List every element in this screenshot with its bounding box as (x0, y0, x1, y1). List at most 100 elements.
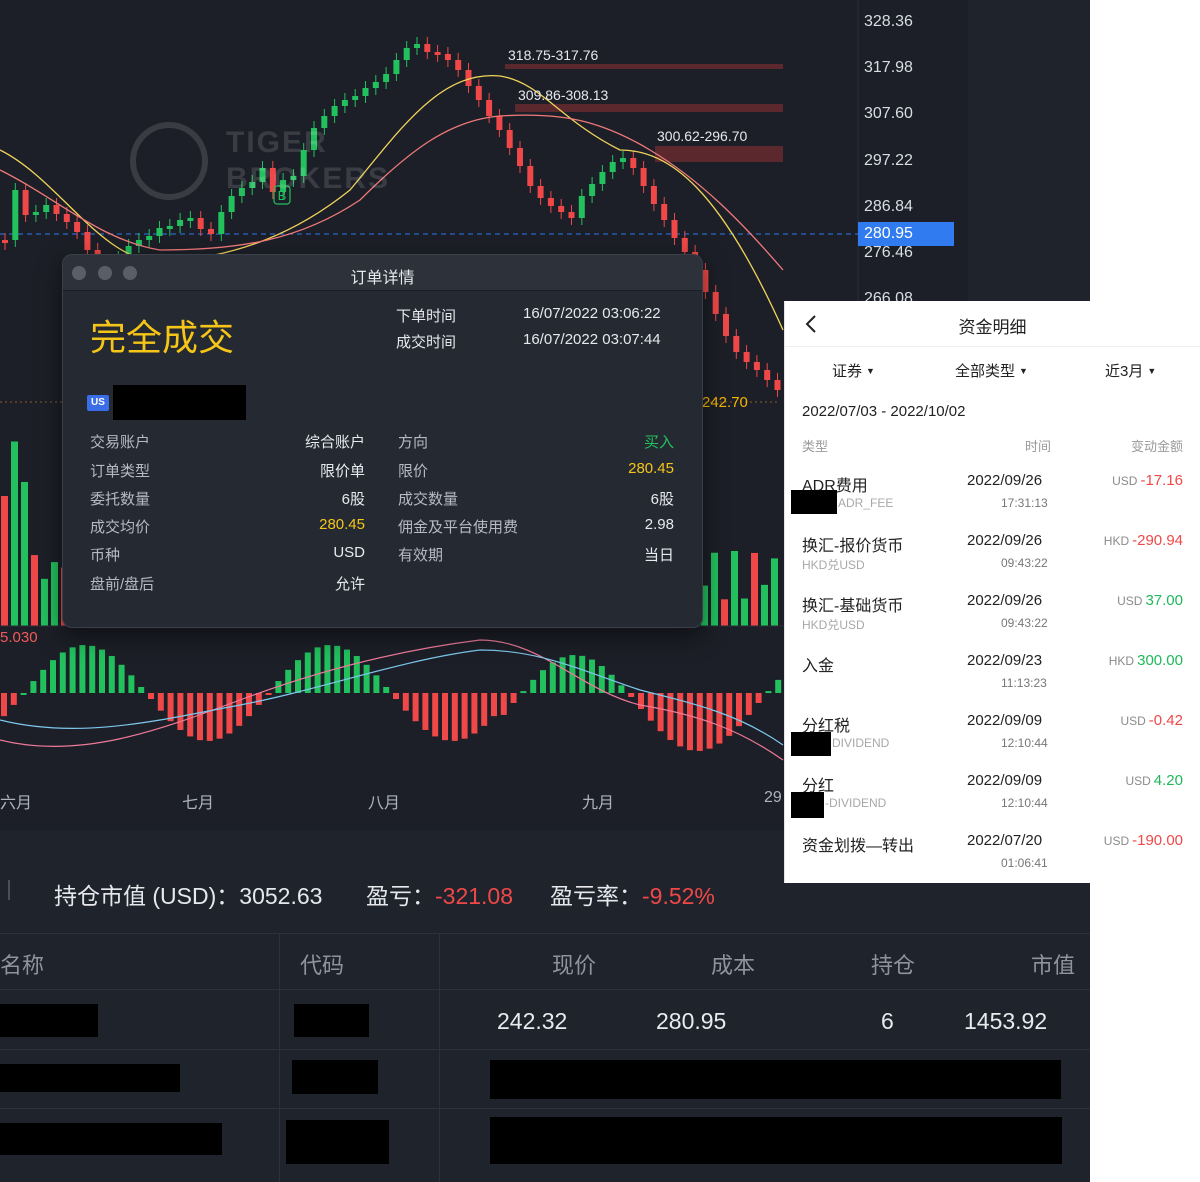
pnl: 盈亏：-321.08 (366, 877, 513, 911)
price-axis-label: 317.98 (864, 59, 913, 76)
record-currency: USD (1117, 594, 1143, 608)
macd-bar (50, 660, 56, 693)
filter-type[interactable]: 全部类型 ▼ (955, 360, 1028, 381)
avg-fill-price-label: 成交均价 (90, 519, 151, 536)
resistance-level-label: 309.86-308.13 (518, 87, 609, 103)
redacted-stock-code (294, 1004, 369, 1037)
macd-bar (148, 693, 154, 700)
month-label: 八月 (368, 795, 401, 812)
filter-period[interactable]: 近3月 ▼ (1105, 360, 1156, 381)
column-header-quantity[interactable]: 持仓 (871, 948, 915, 980)
column-header-code[interactable]: 代码 (300, 948, 344, 980)
column-header-price[interactable]: 现价 (552, 948, 596, 980)
macd-bar (510, 693, 517, 703)
record-subtype: ADR_FEE (838, 496, 894, 510)
record-amount: HKD 300.00 (1109, 652, 1183, 669)
column-header-name[interactable]: 名称 (0, 948, 44, 980)
redacted-symbol (791, 490, 837, 514)
candle-body (63, 214, 70, 222)
column-header-value[interactable]: 市值 (1031, 948, 1075, 980)
candle-body (671, 220, 678, 238)
candle-body (177, 220, 184, 226)
page-title: 资金明细 (958, 318, 1027, 337)
redacted-symbol (791, 732, 831, 756)
record-date: 2022/09/26 (967, 472, 1043, 489)
record-date: 2022/07/20 (967, 832, 1043, 849)
macd-bar (657, 693, 664, 732)
record-currency: USD (1120, 714, 1146, 728)
macd-bar (549, 662, 556, 693)
macd-bar (255, 693, 262, 705)
macd-bar (765, 691, 772, 694)
macd-bar (197, 693, 203, 741)
record-amount: USD 37.00 (1117, 592, 1183, 609)
window-titlebar[interactable]: 订单详情 (63, 255, 702, 291)
macd-bar (285, 669, 292, 693)
candle-body (208, 229, 214, 234)
account-value: 综合账户 (304, 434, 365, 451)
record-type: 换汇-报价货币 (802, 538, 904, 555)
price-axis-label: 297.22 (864, 152, 913, 169)
candle-body (630, 158, 637, 168)
candle-body (424, 44, 431, 52)
resistance-zone (655, 146, 783, 162)
volume-bar (51, 562, 58, 626)
fund-detail-panel: 资金明细 证券 ▼ 全部类型 ▼ 近3月 ▼ 2022/07/03 - 2022/10… (784, 301, 1200, 883)
macd-bar (108, 656, 115, 693)
price-axis-label: 328.36 (864, 13, 913, 30)
record-date: 2022/09/26 (967, 532, 1043, 549)
macd-bar (638, 693, 644, 710)
price-axis-label: 307.60 (864, 105, 913, 122)
macd-bar (1, 693, 7, 717)
macd-bar (30, 681, 37, 693)
candle-body (558, 206, 565, 212)
column-header-cost[interactable]: 成本 (711, 948, 755, 980)
record-date: 2022/09/23 (967, 652, 1043, 669)
order-detail-window: 订单详情 完全成交 下单时间 16/07/2022 03:06:22 成交时间 … (62, 254, 703, 628)
candle-body (166, 226, 173, 229)
macd-bar (500, 693, 507, 715)
month-label: 29 (764, 789, 782, 806)
record-time: 09:43:22 (1001, 556, 1048, 570)
macd-bar (687, 693, 693, 751)
volume-bar (11, 441, 18, 626)
redacted-row-data (490, 1060, 1061, 1099)
macd-bar (59, 652, 66, 693)
filter-label: 近3月 (1105, 363, 1144, 380)
candle-body (187, 218, 194, 221)
redacted-symbol (791, 792, 824, 818)
record-subtype: HKD兑USD (802, 558, 865, 572)
redacted-stock-code (292, 1060, 378, 1094)
record-time: 12:10:44 (1001, 736, 1048, 750)
candle-body (681, 238, 688, 252)
redacted-stock-code (286, 1120, 389, 1164)
filter-security[interactable]: 证券 ▼ (832, 360, 875, 381)
macd-bar (716, 693, 723, 744)
record-time: 01:06:41 (1001, 856, 1048, 870)
record-subtype: -DIVIDEND (825, 796, 887, 810)
candle-body (547, 198, 554, 206)
macd-bar (167, 693, 174, 722)
record-date: 2022/09/26 (967, 592, 1043, 609)
record-amount-value: -290.94 (1132, 532, 1183, 549)
record-time: 12:10:44 (1001, 796, 1048, 810)
macd-bar (579, 655, 586, 693)
macd-bar (99, 649, 105, 693)
candle-body (527, 166, 534, 186)
macd-dea-line (0, 649, 784, 746)
candle-body (599, 172, 606, 184)
candle-body (341, 100, 348, 106)
candle-body (331, 106, 338, 116)
macd-bar (236, 693, 243, 726)
market-value-label: 持仓市值 (USD)： (54, 883, 240, 909)
candle-body (414, 44, 420, 48)
redacted-stock-name (0, 1004, 98, 1037)
candle-body (218, 212, 225, 234)
extended-hours-value: 允许 (334, 576, 365, 593)
row-divider (0, 1108, 1090, 1109)
volume-bar (761, 584, 768, 626)
macd-value-label: 5.030 (0, 629, 38, 646)
currency-value: USD (333, 544, 365, 561)
candle-body (506, 130, 513, 148)
account-label: 交易账户 (90, 434, 151, 451)
